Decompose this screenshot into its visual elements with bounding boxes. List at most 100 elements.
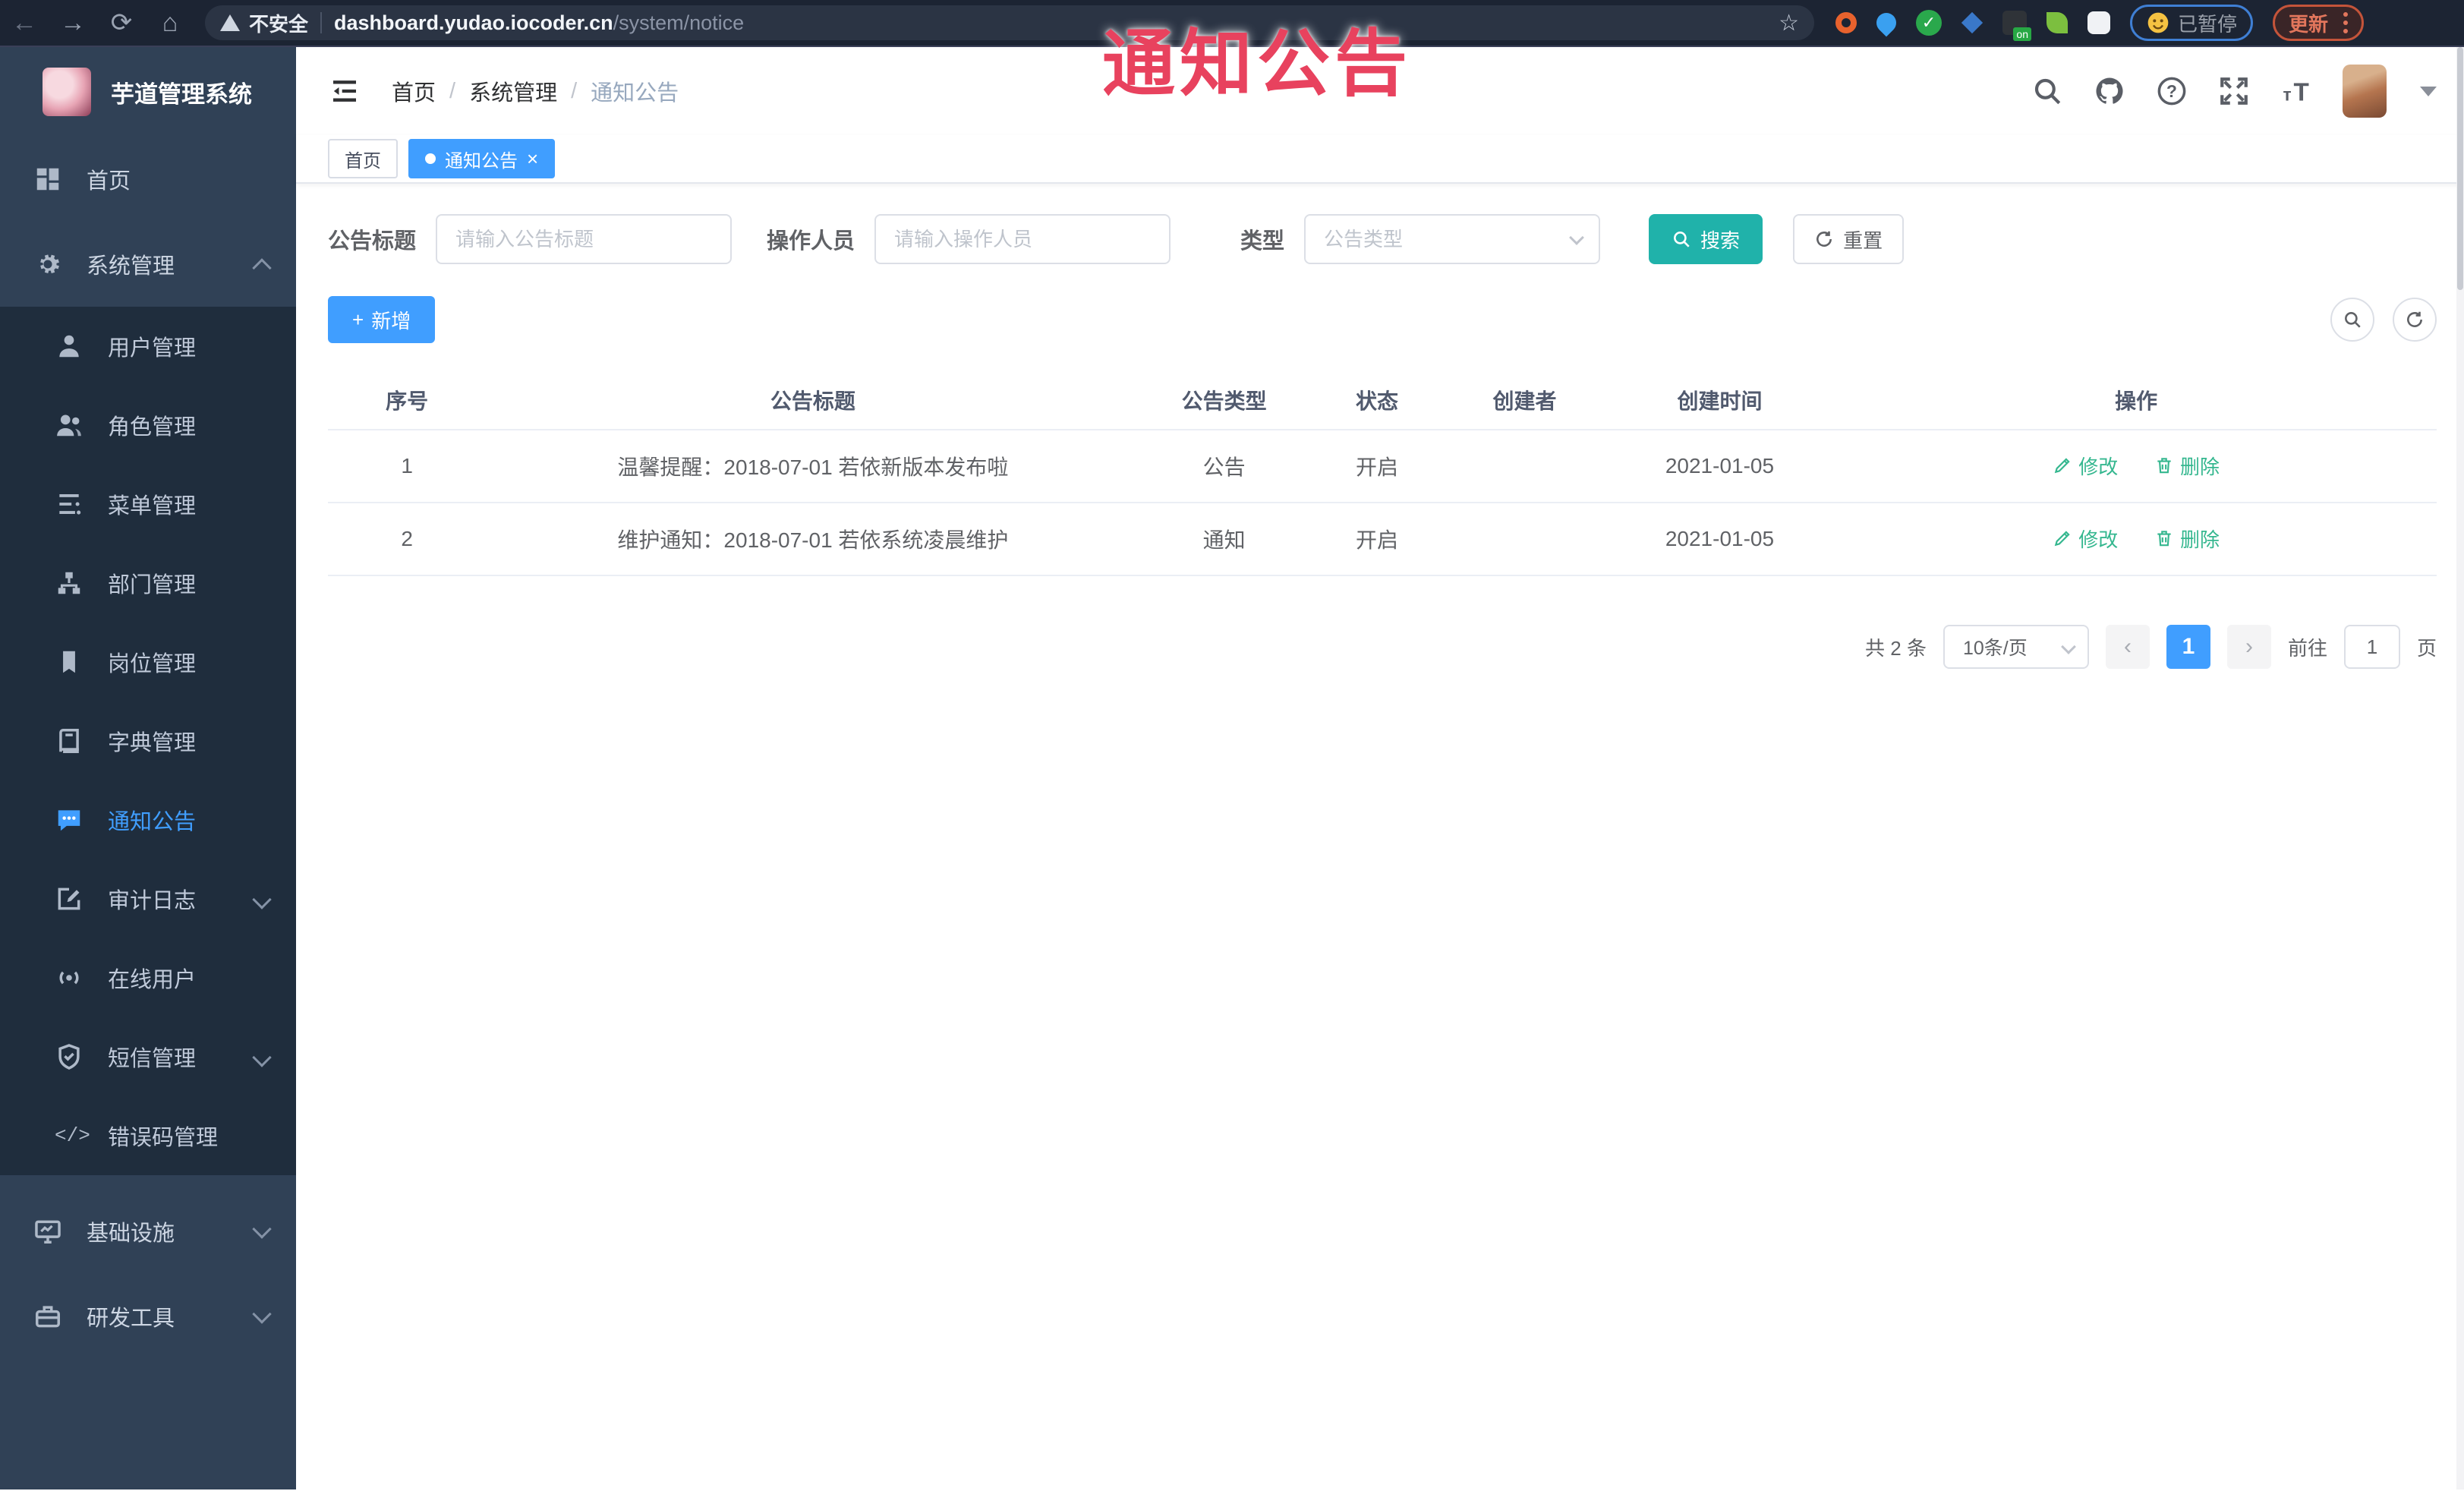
chevron-down-icon bbox=[252, 1219, 272, 1239]
tag-home[interactable]: 首页 bbox=[328, 139, 398, 178]
edit-link[interactable]: 修改 bbox=[2053, 525, 2118, 553]
reload-icon[interactable]: ⟳ bbox=[97, 8, 146, 38]
users-icon bbox=[55, 411, 83, 440]
code-icon: </> bbox=[55, 1124, 90, 1147]
chevron-down-icon bbox=[252, 890, 272, 909]
sidebar-item-infrastructure[interactable]: 基础设施 bbox=[0, 1189, 296, 1274]
reset-button[interactable]: 重置 bbox=[1793, 214, 1905, 264]
extension-drop-icon[interactable] bbox=[1872, 8, 1901, 37]
post-badge-icon bbox=[55, 648, 83, 676]
search-button[interactable]: 搜索 bbox=[1649, 214, 1763, 264]
page-size-select[interactable]: 10条/页 bbox=[1943, 625, 2089, 669]
github-icon[interactable] bbox=[2094, 75, 2125, 107]
delete-label: 删除 bbox=[2180, 455, 2220, 478]
prev-page-button[interactable]: ‹ bbox=[2105, 625, 2150, 669]
sidebar-fold-icon[interactable] bbox=[328, 76, 361, 106]
sidebar-item-system[interactable]: 系统管理 bbox=[0, 222, 296, 307]
cell-create-time: 2021-01-05 bbox=[1603, 430, 1836, 503]
delete-link[interactable]: 删除 bbox=[2154, 525, 2220, 553]
sidebar-item-home[interactable]: 首页 bbox=[0, 137, 296, 222]
notice-type-select[interactable] bbox=[1304, 214, 1601, 264]
search-icon bbox=[1672, 229, 1691, 249]
sidebar-item-label: 基础设施 bbox=[87, 1221, 175, 1246]
page-number-1[interactable]: 1 bbox=[2166, 625, 2210, 669]
table-tools bbox=[2330, 298, 2437, 342]
search-button-label: 搜索 bbox=[1700, 229, 1741, 252]
sidebar-item-menus[interactable]: 菜单管理 bbox=[0, 465, 296, 544]
cell-status: 开启 bbox=[1308, 430, 1446, 503]
font-size-icon[interactable] bbox=[2280, 75, 2312, 107]
trash-icon bbox=[2154, 455, 2174, 475]
tags-view-bar: 首页 通知公告 × bbox=[296, 135, 2464, 184]
edit-label: 修改 bbox=[2078, 528, 2119, 551]
profile-paused-chip[interactable]: 已暂停 bbox=[2130, 5, 2254, 41]
avatar-caret-icon[interactable] bbox=[2420, 86, 2437, 96]
extension-diamond-icon[interactable] bbox=[1961, 11, 1983, 34]
online-signal-icon bbox=[55, 963, 83, 992]
table-row[interactable]: 1 温馨提醒：2018-07-01 若依新版本发布啦 公告 开启 2021-01… bbox=[328, 430, 2437, 503]
user-avatar[interactable] bbox=[2343, 65, 2387, 118]
cell-creator bbox=[1445, 503, 1604, 576]
shield-icon bbox=[55, 1042, 83, 1071]
cell-index: 2 bbox=[328, 503, 487, 576]
extension-green-icon[interactable] bbox=[1916, 10, 1942, 36]
breadcrumb-system[interactable]: 系统管理 bbox=[469, 75, 557, 107]
extension-icons bbox=[1835, 8, 2110, 41]
audit-log-icon bbox=[55, 884, 83, 913]
dictionary-book-icon bbox=[55, 727, 83, 755]
extension-on-badge-icon[interactable] bbox=[2002, 11, 2031, 41]
filter-operator-item: 操作人员 bbox=[767, 214, 1171, 264]
sidebar-item-devtools[interactable]: 研发工具 bbox=[0, 1274, 296, 1359]
extension-leaf-icon[interactable] bbox=[2047, 12, 2068, 33]
sidebar-item-online-users[interactable]: 在线用户 bbox=[0, 938, 296, 1017]
notice-type-select-input[interactable] bbox=[1304, 214, 1601, 264]
sidebar-item-notice[interactable]: 通知公告 bbox=[0, 780, 296, 859]
notice-title-input[interactable] bbox=[436, 214, 733, 264]
forward-icon[interactable]: → bbox=[49, 8, 97, 38]
update-browser-button[interactable]: 更新 bbox=[2273, 5, 2365, 41]
search-icon[interactable] bbox=[2031, 75, 2063, 107]
toolbox-icon bbox=[33, 1302, 62, 1331]
sidebar-item-posts[interactable]: 岗位管理 bbox=[0, 623, 296, 701]
sidebar-item-label: 研发工具 bbox=[87, 1307, 175, 1331]
extension-ring-icon[interactable] bbox=[1835, 12, 1857, 33]
back-icon[interactable]: ← bbox=[0, 8, 49, 38]
col-creator: 创建者 bbox=[1445, 370, 1604, 430]
breadcrumb-home[interactable]: 首页 bbox=[392, 75, 436, 107]
address-bar[interactable]: 不安全 dashboard.yudao.iocoder.cn /system/n… bbox=[205, 5, 1814, 40]
delete-link[interactable]: 删除 bbox=[2154, 452, 2220, 480]
docs-question-icon[interactable] bbox=[2156, 75, 2188, 107]
toggle-search-button[interactable] bbox=[2330, 298, 2374, 342]
sidebar-item-label: 短信管理 bbox=[108, 1047, 197, 1071]
bookmark-star-icon[interactable]: ☆ bbox=[1779, 10, 1799, 36]
col-create-time: 创建时间 bbox=[1603, 370, 1836, 430]
notice-bubble-icon bbox=[55, 805, 83, 834]
sidebar-item-roles[interactable]: 角色管理 bbox=[0, 386, 296, 465]
sidebar-item-users[interactable]: 用户管理 bbox=[0, 307, 296, 386]
refresh-table-button[interactable] bbox=[2393, 298, 2437, 342]
page-unit-label: 页 bbox=[2416, 636, 2437, 660]
next-page-button[interactable]: › bbox=[2226, 625, 2271, 669]
edit-link[interactable]: 修改 bbox=[2053, 452, 2118, 480]
scrollbar[interactable] bbox=[2456, 47, 2464, 1489]
sidebar-item-departments[interactable]: 部门管理 bbox=[0, 544, 296, 623]
add-button[interactable]: + 新增 bbox=[328, 296, 436, 343]
tag-notice-active[interactable]: 通知公告 × bbox=[408, 139, 556, 178]
sidebar-item-label: 角色管理 bbox=[108, 415, 197, 440]
smiley-avatar-icon bbox=[2146, 11, 2170, 35]
filter-title-item: 公告标题 bbox=[328, 214, 733, 264]
sidebar-item-sms[interactable]: 短信管理 bbox=[0, 1017, 296, 1096]
browser-menu-icon[interactable] bbox=[2343, 12, 2349, 33]
table-row[interactable]: 2 维护通知：2018-07-01 若依系统凌晨维护 通知 开启 2021-01… bbox=[328, 503, 2437, 576]
tag-close-icon[interactable]: × bbox=[527, 149, 538, 169]
goto-page-input[interactable] bbox=[2343, 625, 2400, 669]
fullscreen-icon[interactable] bbox=[2218, 75, 2250, 107]
sidebar-item-error-codes[interactable]: </> 错误码管理 bbox=[0, 1096, 296, 1175]
extensions-puzzle-icon[interactable] bbox=[2087, 11, 2110, 34]
notice-table: 序号 公告标题 公告类型 状态 创建者 创建时间 操作 1 温馨提醒：2018- bbox=[328, 370, 2437, 576]
scrollbar-thumb[interactable] bbox=[2457, 47, 2463, 290]
home-icon[interactable]: ⌂ bbox=[146, 8, 194, 38]
operator-input[interactable] bbox=[874, 214, 1171, 264]
sidebar-item-audit-log[interactable]: 审计日志 bbox=[0, 859, 296, 938]
sidebar-item-dict[interactable]: 字典管理 bbox=[0, 701, 296, 780]
